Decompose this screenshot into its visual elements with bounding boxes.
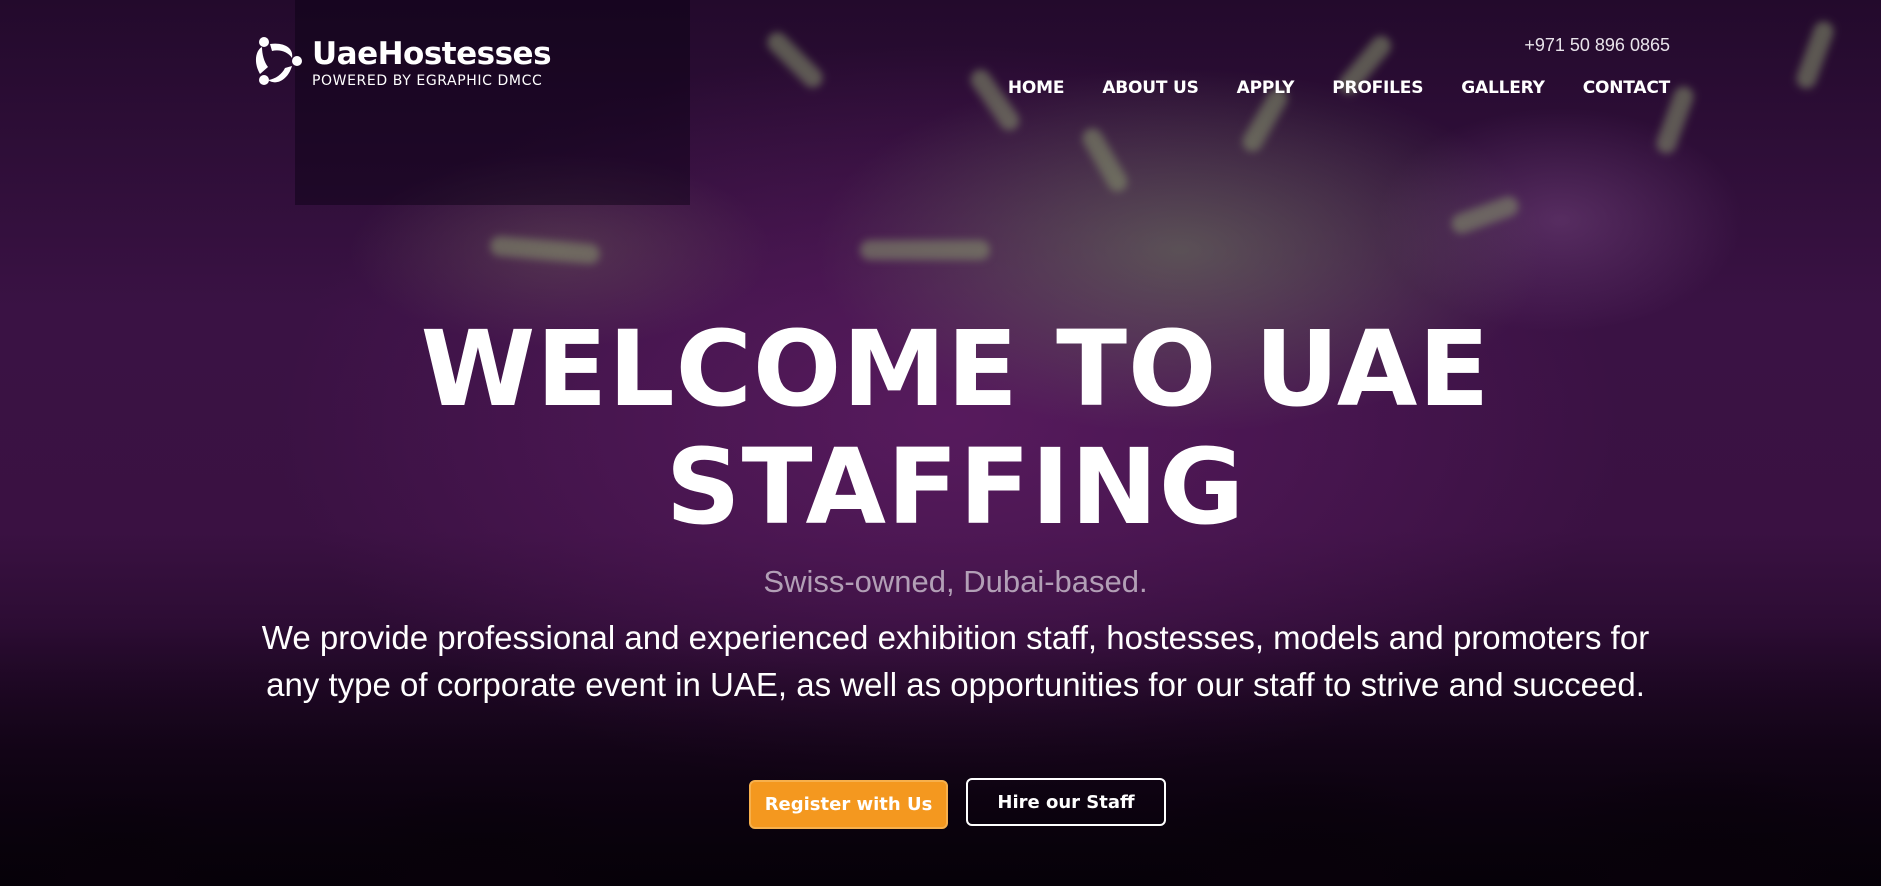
hire-staff-button[interactable]: Hire our Staff — [966, 778, 1166, 826]
phone-number-link[interactable]: +971 50 896 0865 — [1524, 35, 1670, 56]
hero-headline: WELCOME TO UAE STAFFING — [250, 310, 1661, 546]
main-navigation: HOME ABOUT US APPLY PROFILES GALLERY CON… — [1008, 78, 1670, 98]
hero-subtitle: Swiss-owned, Dubai-based. — [763, 564, 1148, 599]
stage-screen-shadow — [295, 0, 690, 205]
hero-description: We provide professional and experienced … — [261, 619, 1650, 703]
nav-gallery[interactable]: GALLERY — [1461, 78, 1545, 98]
brand-name: UaeHostesses — [312, 35, 552, 72]
stage-light — [860, 240, 990, 260]
nav-about-us[interactable]: ABOUT US — [1102, 78, 1199, 98]
stage-light — [966, 65, 1024, 135]
nav-profiles[interactable]: PROFILES — [1332, 78, 1423, 98]
stage-light — [1448, 193, 1522, 237]
brand-tagline: POWERED BY EGRAPHIC DMCC — [312, 72, 543, 89]
nav-apply[interactable]: APPLY — [1237, 78, 1295, 98]
hero-headline-line2: STAFFING — [665, 426, 1246, 548]
site-logo[interactable]: UaeHostesses POWERED BY EGRAPHIC DMCC — [250, 34, 552, 90]
stage-light — [1078, 124, 1132, 196]
stage-light — [763, 28, 827, 92]
landing-page: UaeHostesses POWERED BY EGRAPHIC DMCC +9… — [0, 0, 1881, 886]
stage-light — [1793, 18, 1837, 92]
nav-contact[interactable]: CONTACT — [1583, 78, 1670, 98]
stage-light — [489, 235, 601, 265]
hero-headline-line1: WELCOME TO UAE — [420, 308, 1491, 430]
nav-home[interactable]: HOME — [1008, 78, 1065, 98]
three-figures-circle-icon — [255, 37, 302, 85]
register-button[interactable]: Register with Us — [749, 780, 948, 829]
